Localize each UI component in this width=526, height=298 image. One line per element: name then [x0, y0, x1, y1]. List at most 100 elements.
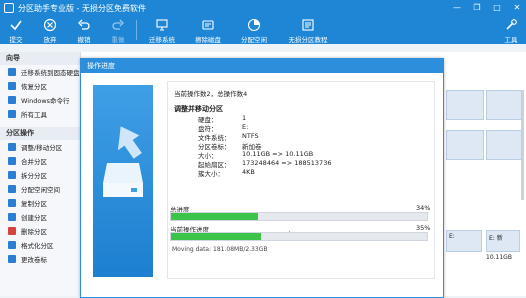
window-title: 分区助手专业版 - 无损分区免费软件 — [18, 3, 146, 13]
sidebar-item-migrate-ssd[interactable]: 迁移系统到固态硬盘 — [0, 65, 80, 79]
sidebar-item-merge[interactable]: 合并分区 — [0, 154, 80, 168]
sidebar-item-format[interactable]: 格式化分区 — [0, 238, 80, 252]
disk-cell[interactable]: E: 新 — [486, 230, 520, 252]
sidebar-item-label: 拆分分区 — [21, 172, 47, 180]
sidebar-item-label: 删除分区 — [21, 228, 47, 236]
toolbar: 提交 放弃 撤销 重做 迁移系统 擦除磁盘 分配空闲 无损分区教程 工具 — [0, 16, 526, 44]
tools-grid-icon — [8, 110, 16, 118]
dialog-title: 操作进度 — [81, 59, 443, 73]
redo-icon — [112, 19, 124, 30]
disk-cell[interactable] — [446, 130, 484, 160]
disk-cell[interactable] — [486, 90, 522, 120]
resize-icon — [8, 143, 16, 151]
minimize-icon[interactable]: — — [452, 3, 462, 13]
field-value: E: — [242, 123, 249, 131]
disk-cell[interactable]: E: — [446, 230, 482, 252]
allocate-space-icon — [247, 18, 261, 32]
merge-icon — [8, 157, 16, 165]
delete-icon — [8, 227, 16, 235]
total-progress-percent: 34% — [416, 204, 431, 212]
operation-count: 当前操作数2，总操作数4 — [174, 90, 248, 98]
sidebar-item-delete[interactable]: 删除分区 — [0, 224, 80, 238]
disk-size-label: 10.11GB — [486, 254, 512, 261]
wipe-disk-icon — [202, 20, 214, 30]
sidebar-item-label: 所有工具 — [21, 111, 47, 119]
field-value: 10.11GB => 10.11GB — [242, 150, 314, 158]
tools-icon — [506, 19, 517, 30]
restore-icon — [8, 82, 16, 90]
commit-label: 提交 — [9, 36, 23, 44]
undo-label: 撤销 — [77, 36, 91, 44]
operation-title: 调整并移动分区 — [174, 105, 223, 113]
disk-cell[interactable] — [446, 90, 484, 120]
field-value: 4KB — [242, 168, 255, 176]
field-value: NTFS — [242, 132, 259, 140]
download-disk-icon — [103, 126, 143, 197]
migrate-system-icon — [156, 19, 168, 31]
sidebar-item-resize[interactable]: 调整/移动分区 — [0, 140, 80, 154]
close-icon[interactable]: ✕ — [512, 3, 522, 13]
sidebar-item-label: 迁移系统到固态硬盘 — [21, 69, 80, 77]
tools-button[interactable]: 工具 — [500, 16, 522, 44]
wipe-disk-label: 擦除磁盘 — [195, 36, 221, 44]
migrate-system-button[interactable]: 迁移系统 — [144, 16, 180, 44]
sidebar-item-label: Windows命令行 — [21, 97, 70, 105]
tools-label: 工具 — [504, 36, 518, 44]
sidebar-item-windows-cmd[interactable]: Windows命令行 — [0, 93, 80, 107]
create-icon — [8, 213, 16, 221]
field-value: 1 — [242, 114, 247, 122]
sidebar-item-allocate[interactable]: 分配空闲空间 — [0, 182, 80, 196]
sidebar-item-label: 合并分区 — [21, 158, 47, 166]
ssd-icon — [8, 68, 16, 76]
tutorial-label: 无损分区教程 — [288, 36, 328, 44]
restore-icon[interactable]: ❐ — [472, 3, 482, 13]
field-value: 173248464 => 188513736 — [242, 159, 332, 167]
format-icon — [8, 241, 16, 249]
sidebar-item-change-label[interactable]: 更改卷标 — [0, 252, 80, 266]
sidebar-item-split[interactable]: 拆分分区 — [0, 168, 80, 182]
sidebar-item-label: 更改卷标 — [21, 256, 47, 264]
allocate-icon — [8, 185, 16, 193]
sidebar-item-all-tools[interactable]: 所有工具 — [0, 107, 80, 121]
moving-data-status: Moving data: 181.08MB/2.33GB — [172, 246, 268, 253]
copy-icon — [8, 199, 16, 207]
window-controls: — ❐ □ ✕ — [452, 0, 522, 16]
dialog-illustration — [93, 85, 153, 277]
maximize-icon[interactable]: □ — [492, 3, 502, 13]
migrate-system-label: 迁移系统 — [149, 36, 175, 44]
redo-label: 重做 — [111, 36, 125, 44]
title-bar: 分区助手专业版 - 无损分区免费软件 — ❐ □ ✕ — [0, 0, 526, 16]
field-key: 簇大小： — [198, 170, 224, 178]
toolbar-separator — [136, 20, 137, 40]
sidebar-item-label: 创建分区 — [21, 214, 47, 222]
sidebar-item-label: 分配空闲空间 — [21, 186, 60, 194]
disk-cell[interactable] — [486, 130, 522, 160]
undo-icon — [78, 19, 90, 30]
redo-button[interactable]: 重做 — [106, 16, 130, 44]
check-icon — [10, 20, 22, 31]
current-progress-bar — [170, 232, 428, 241]
commit-button[interactable]: 提交 — [4, 16, 28, 44]
sidebar-item-copy[interactable]: 复制分区 — [0, 196, 80, 210]
discard-button[interactable]: 放弃 — [38, 16, 62, 44]
sidebar: 向导 迁移系统到固态硬盘 恢复分区 Windows命令行 所有工具 分区操作 调… — [0, 52, 81, 296]
undo-button[interactable]: 撤销 — [72, 16, 96, 44]
progress-dialog: 操作进度 当前操作数2，总操作数4 调整并移动分区 硬盘： 1 盘符： E: 文… — [80, 58, 444, 298]
sidebar-item-restore-partition[interactable]: 恢复分区 — [0, 79, 80, 93]
dialog-details: 当前操作数2，总操作数4 调整并移动分区 硬盘： 1 盘符： E: 文件系统： … — [167, 81, 435, 279]
sidebar-item-create[interactable]: 创建分区 — [0, 210, 80, 224]
app-logo-icon — [4, 3, 14, 13]
allocate-space-button[interactable]: 分配空闲 — [236, 16, 272, 44]
sidebar-ops-header: 分区操作 — [0, 127, 80, 140]
disk-map: E: E: 新 10.11GB — [440, 90, 526, 290]
sidebar-item-label: 复制分区 — [21, 200, 47, 208]
sidebar-item-label: 格式化分区 — [21, 242, 54, 250]
sidebar-item-label: 调整/移动分区 — [21, 144, 63, 152]
wipe-disk-button[interactable]: 擦除磁盘 — [190, 16, 226, 44]
total-progress-bar — [170, 212, 428, 221]
split-icon — [8, 171, 16, 179]
tutorial-button[interactable]: 无损分区教程 — [284, 16, 332, 44]
sidebar-wizard-header: 向导 — [0, 52, 80, 65]
label-icon — [8, 255, 16, 263]
sidebar-item-label: 恢复分区 — [21, 83, 47, 91]
